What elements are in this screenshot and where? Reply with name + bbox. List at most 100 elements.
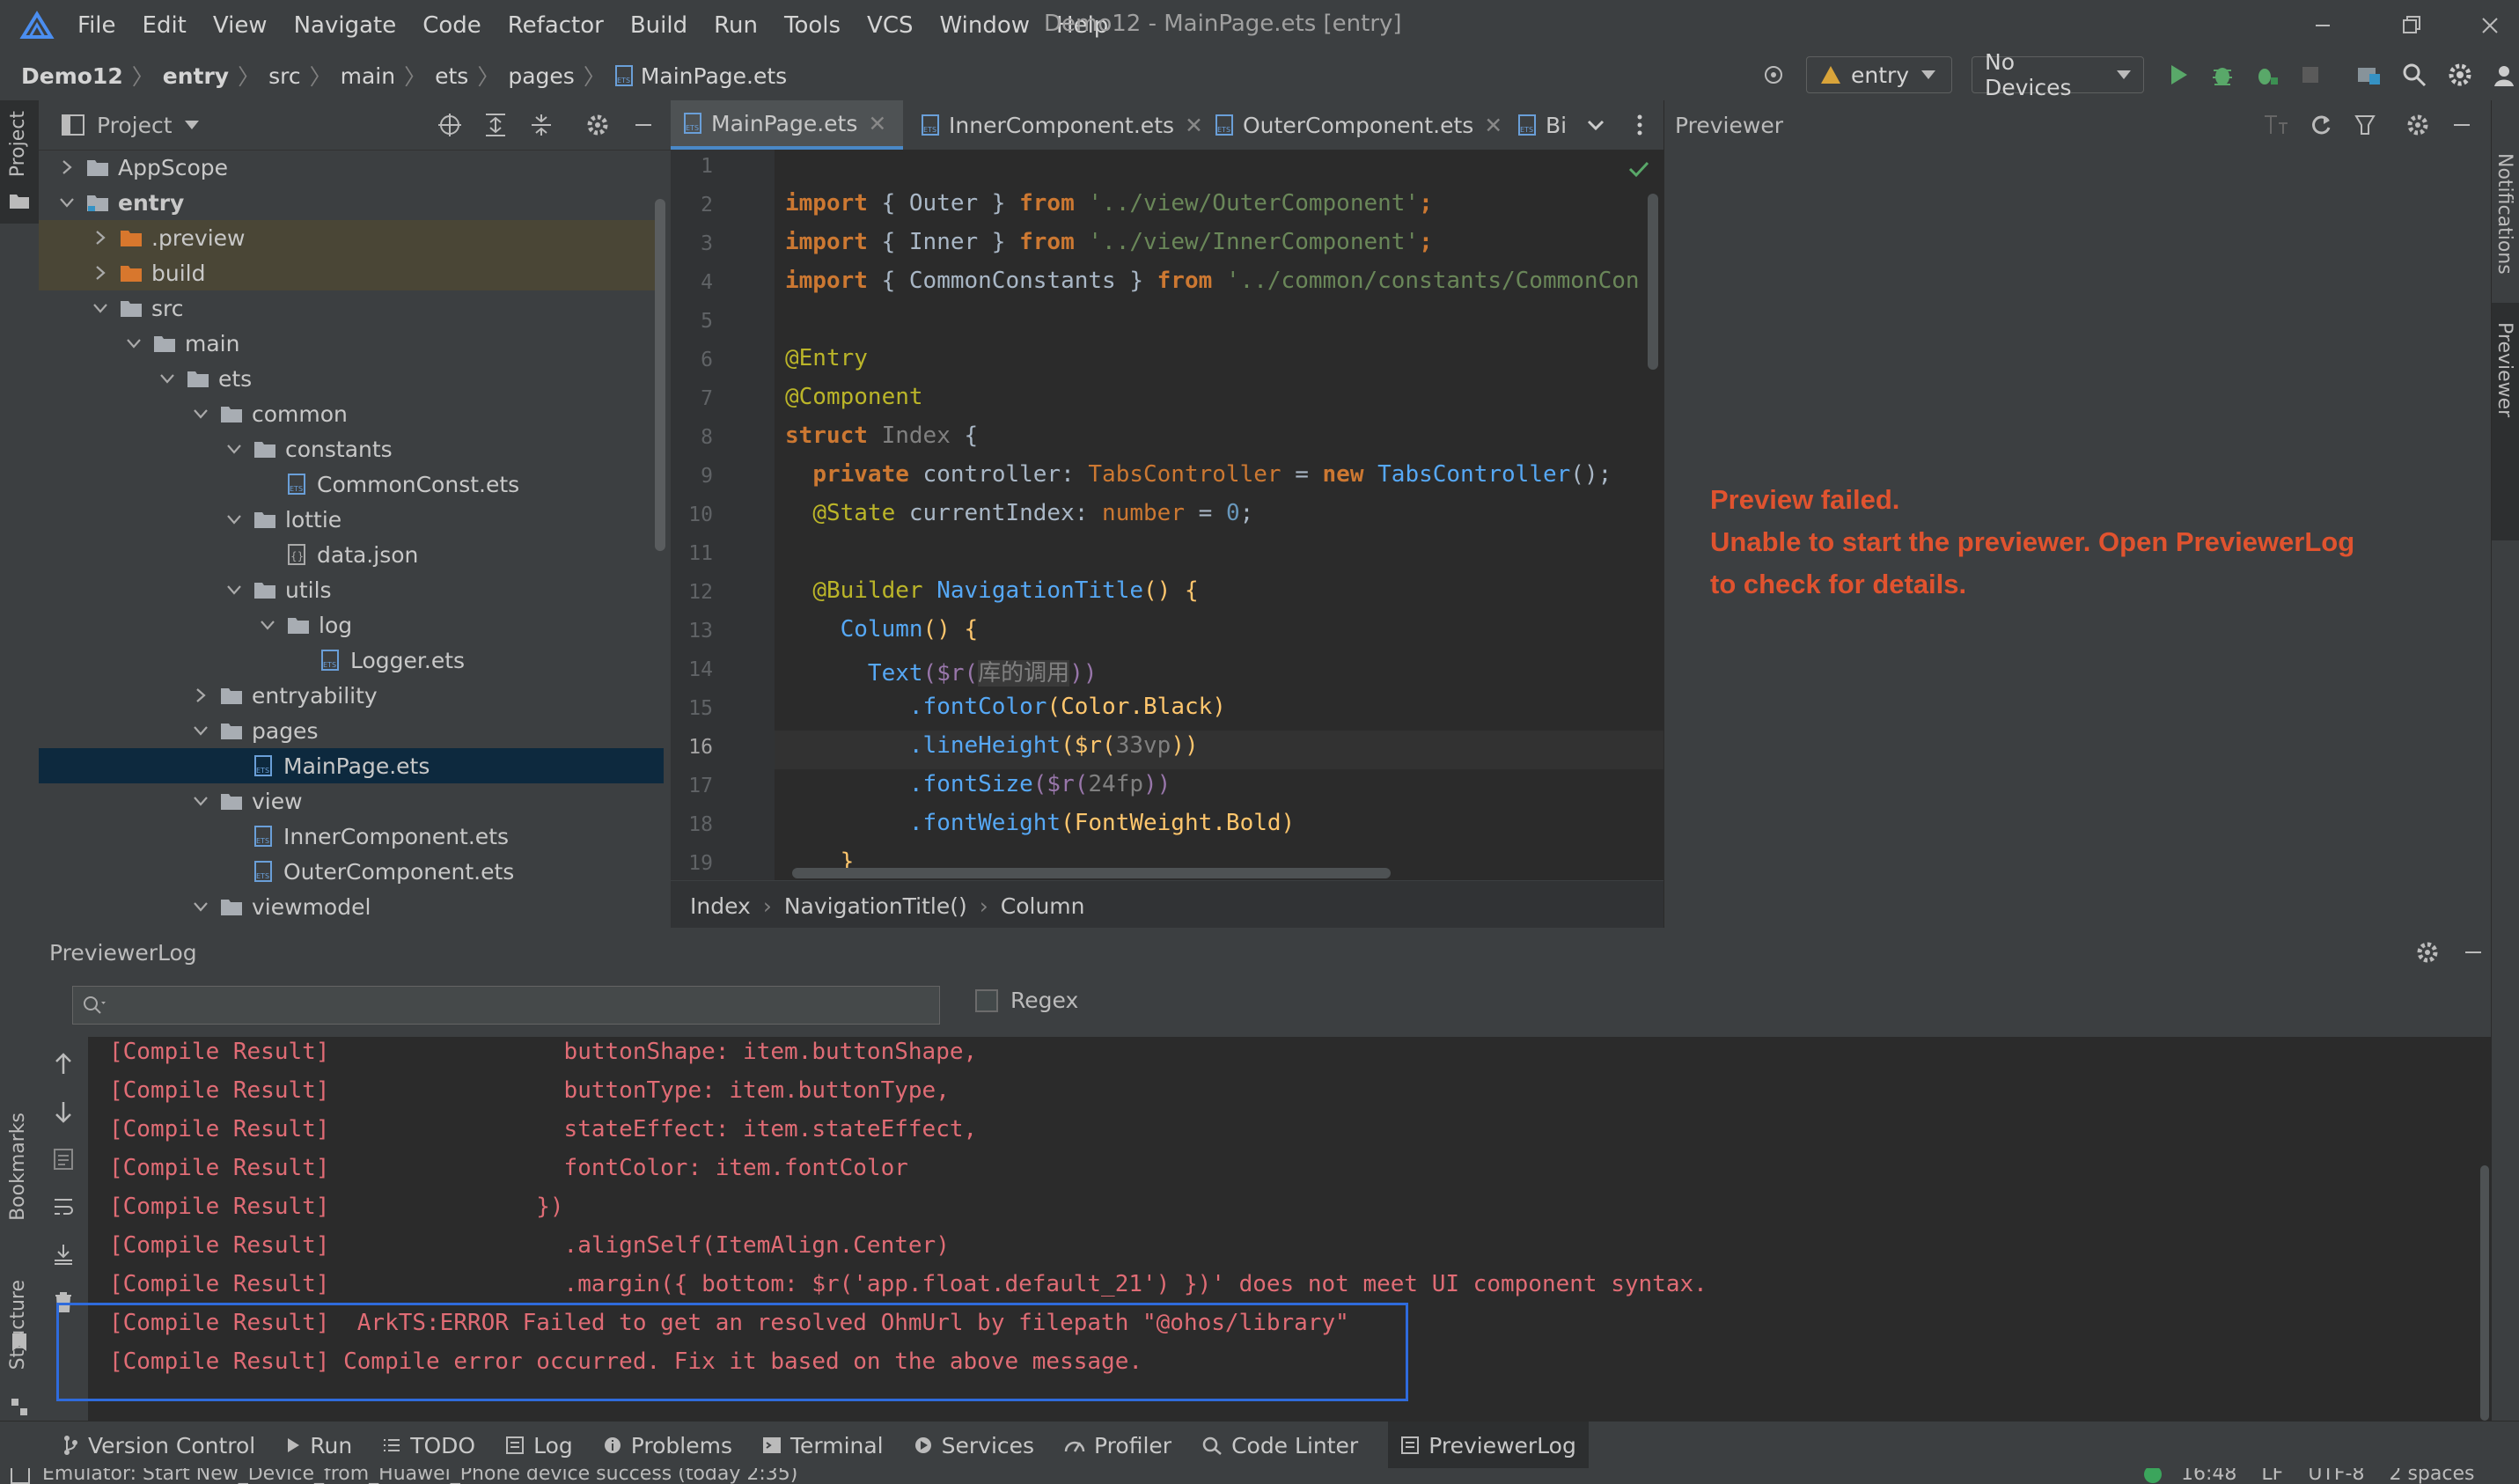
crumb-navigation-title[interactable]: NavigationTitle() (784, 893, 967, 919)
hide-previewer-icon[interactable] (2449, 113, 2474, 137)
tree-item[interactable]: AppScope (39, 150, 664, 185)
tree-item[interactable]: ETS MainPage.ets (39, 748, 664, 783)
scroll-to-end-icon[interactable] (53, 1243, 74, 1266)
tree-item[interactable]: ETS InnerComponent.ets (39, 819, 664, 854)
chevron-icon[interactable] (58, 194, 86, 211)
attach-debugger-icon[interactable] (2253, 62, 2280, 88)
code-vertical-scrollbar[interactable] (1648, 194, 1658, 370)
chevron-icon[interactable] (192, 898, 220, 915)
close-tab-icon[interactable]: ✕ (1484, 113, 1502, 138)
menu-navigate[interactable]: Navigate (294, 12, 397, 39)
hide-panel-icon[interactable] (630, 112, 657, 138)
menu-code[interactable]: Code (422, 12, 481, 39)
target-settings-icon[interactable] (1760, 62, 1787, 88)
tree-item[interactable]: {} data.json (39, 537, 664, 572)
status-message-group[interactable]: Emulator: Start New_Device_from_Huawei_P… (11, 1468, 797, 1484)
tool-run[interactable]: Run (285, 1433, 352, 1458)
tree-scrollbar[interactable] (655, 199, 665, 551)
menu-file[interactable]: File (77, 12, 116, 39)
regex-checkbox[interactable] (975, 988, 998, 1012)
breadcrumb-ets[interactable]: ets (435, 63, 468, 89)
crumb-column[interactable]: Column (1001, 893, 1085, 919)
restore-icon[interactable] (2396, 11, 2426, 40)
breadcrumb-project[interactable]: Demo12 (21, 63, 123, 89)
chevron-icon[interactable] (192, 722, 220, 739)
log-search-box[interactable] (72, 986, 940, 1025)
account-icon[interactable] (2491, 62, 2517, 88)
collapse-all-icon[interactable] (528, 112, 554, 138)
chevron-icon[interactable] (92, 264, 120, 282)
breadcrumb-src[interactable]: src (268, 63, 301, 89)
run-icon[interactable] (2165, 62, 2192, 88)
chevron-icon[interactable] (192, 405, 220, 422)
code-editor[interactable]: import { Outer } from '../view/OuterComp… (775, 150, 1663, 880)
expand-all-icon[interactable] (482, 112, 509, 138)
chevron-icon[interactable] (259, 616, 287, 634)
structure-tool-button[interactable]: Structure (0, 1280, 39, 1421)
more-options-icon[interactable] (1635, 113, 1644, 137)
minimize-icon[interactable] (2308, 11, 2338, 40)
stop-icon[interactable] (2299, 63, 2322, 86)
menu-refactor[interactable]: Refactor (508, 12, 604, 39)
chevron-icon[interactable] (58, 158, 86, 176)
tool-version-control[interactable]: Version Control (62, 1433, 255, 1458)
locate-file-icon[interactable] (437, 112, 463, 138)
project-structure-icon[interactable] (2355, 62, 2382, 88)
regex-checkbox-group[interactable]: Regex (975, 988, 1078, 1013)
tree-item[interactable]: ETS CommonConst.ets (39, 467, 664, 502)
tree-item[interactable]: viewmodel (39, 889, 664, 924)
chevron-icon[interactable] (125, 334, 153, 352)
project-panel-title[interactable]: Project (97, 113, 173, 138)
menu-run[interactable]: Run (714, 12, 758, 39)
tab-list-chevron-icon[interactable] (1586, 116, 1605, 134)
project-tool-button[interactable]: Project (0, 100, 39, 224)
tree-item[interactable]: pages (39, 713, 664, 748)
options-gear-icon[interactable] (584, 112, 611, 138)
tree-item[interactable]: entry (39, 185, 664, 220)
chevron-icon[interactable] (225, 511, 253, 528)
tree-item[interactable]: lottie (39, 502, 664, 537)
previewer-settings-icon[interactable] (2405, 113, 2430, 137)
chevron-icon[interactable] (92, 229, 120, 246)
tool-profiler[interactable]: Profiler (1064, 1433, 1171, 1458)
tool-problems[interactable]: Problems (603, 1433, 732, 1458)
scroll-up-icon[interactable] (53, 1053, 74, 1076)
hide-log-icon[interactable] (2461, 940, 2486, 965)
menu-tools[interactable]: Tools (784, 12, 841, 39)
breadcrumb-file[interactable]: MainPage.ets (641, 63, 787, 89)
log-settings-icon[interactable] (2415, 940, 2440, 965)
chevron-icon[interactable] (225, 440, 253, 458)
tree-item[interactable]: common (39, 396, 664, 431)
tree-item[interactable]: build (39, 255, 664, 290)
tree-item[interactable]: src (39, 290, 664, 326)
filter-log-icon[interactable] (53, 1148, 74, 1171)
scroll-down-icon[interactable] (53, 1100, 74, 1123)
tree-item[interactable]: utils (39, 572, 664, 607)
close-tab-icon[interactable]: ✕ (868, 111, 886, 136)
status-line-separator[interactable]: LF (2261, 1468, 2283, 1484)
tab-mainpage[interactable]: ETS MainPage.ets ✕ (671, 100, 903, 150)
chevron-icon[interactable] (92, 299, 120, 317)
tree-item[interactable]: main (39, 326, 664, 361)
menu-edit[interactable]: Edit (143, 12, 187, 39)
refresh-icon[interactable] (2309, 113, 2333, 137)
chevron-down-icon[interactable] (184, 121, 199, 129)
device-selector[interactable]: No Devices (1972, 49, 2144, 100)
tree-item[interactable]: entryability (39, 678, 664, 713)
log-scrollbar[interactable] (2480, 1165, 2489, 1421)
module-selector[interactable]: entry (1806, 56, 1952, 93)
tool-terminal[interactable]: Terminal (762, 1433, 884, 1458)
menu-view[interactable]: View (213, 12, 268, 39)
tree-item[interactable]: constants (39, 431, 664, 467)
tree-item[interactable]: log (39, 607, 664, 643)
settings-gear-icon[interactable] (2447, 62, 2473, 88)
previewer-tool-button[interactable]: Previewer (2492, 303, 2519, 540)
tree-item[interactable]: ETS OuterComponent.ets (39, 854, 664, 889)
tool-previewer-log[interactable]: PreviewerLog (1388, 1422, 1589, 1469)
menu-vcs[interactable]: VCS (867, 12, 913, 39)
chevron-icon[interactable] (158, 370, 187, 387)
inspector-icon[interactable] (2353, 113, 2377, 137)
status-encoding[interactable]: UTF-8 (2308, 1468, 2364, 1484)
crumb-index[interactable]: Index (690, 893, 751, 919)
chevron-icon[interactable] (225, 581, 253, 599)
